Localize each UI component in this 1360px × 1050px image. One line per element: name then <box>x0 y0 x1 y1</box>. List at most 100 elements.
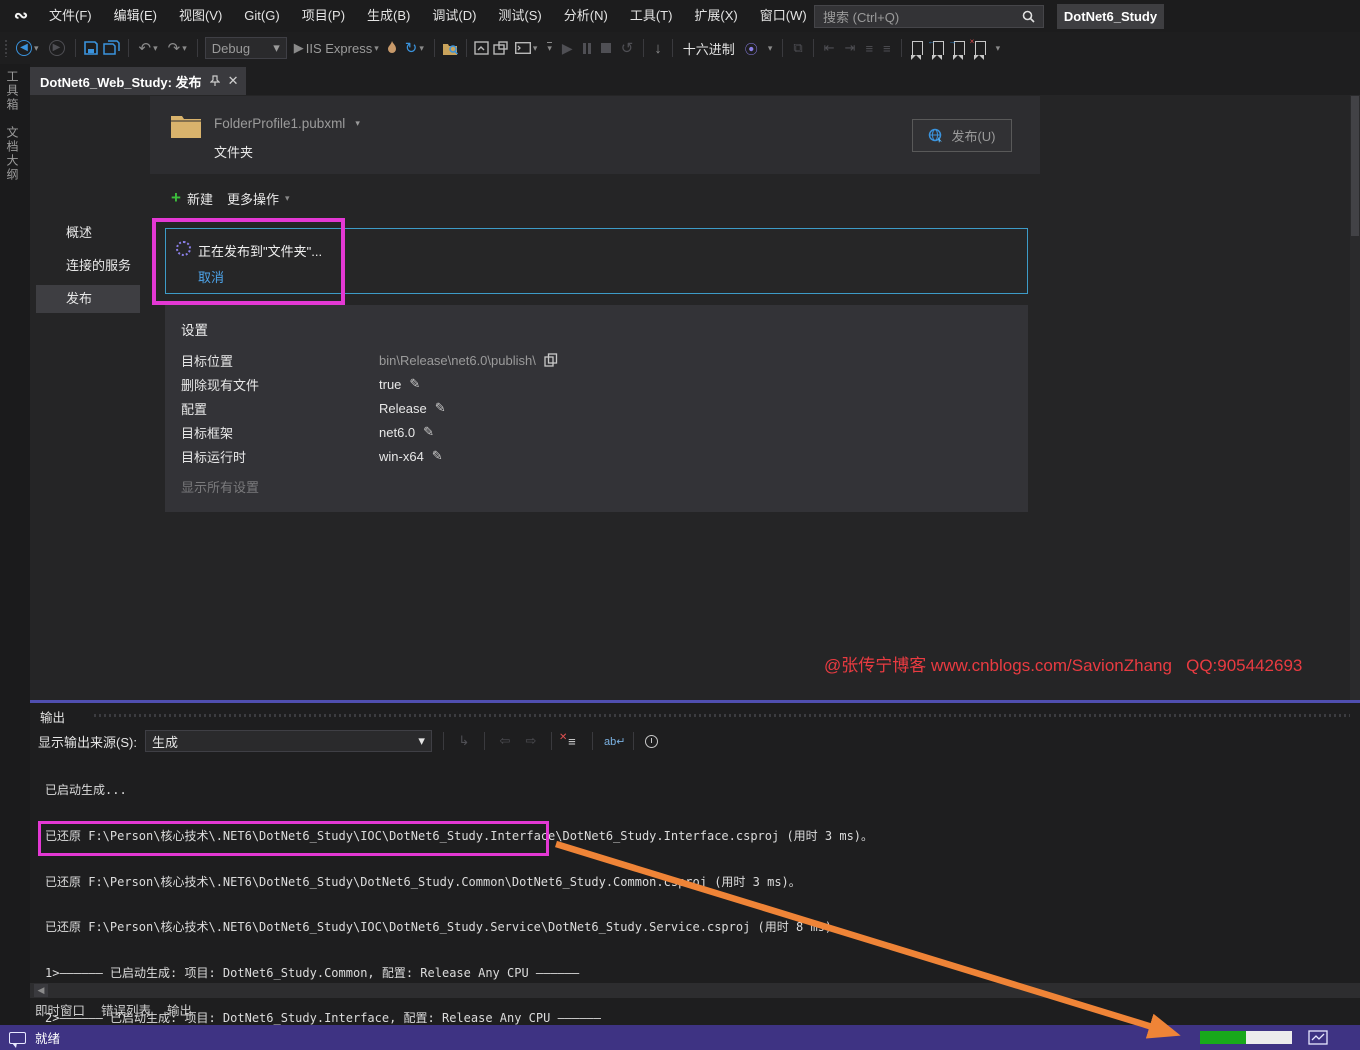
debug-toolbar-overflow-button[interactable]: ▾ <box>765 36 776 60</box>
toolbox-vertical-tab[interactable]: 工具箱 <box>4 70 21 112</box>
setting-label: 删除现有文件 <box>181 375 379 394</box>
visual-studio-logo-icon: ∾ <box>4 3 38 29</box>
menu-edit[interactable]: 编辑(E) <box>103 3 168 29</box>
terminal-button[interactable]: ▾ <box>512 36 541 60</box>
show-next-statement-button[interactable]: ↓ <box>651 36 665 60</box>
setting-label: 配置 <box>181 399 379 418</box>
clear-all-icon[interactable]: ≡✕ <box>563 734 581 749</box>
setting-value: true <box>379 377 401 392</box>
publish-document-tab[interactable]: DotNet6_Web_Study: 发布 ✕ <box>30 67 246 95</box>
hex-display-toggle[interactable]: 十六进制 <box>680 36 738 60</box>
chevron-down-icon: ▾ <box>355 118 360 129</box>
show-all-settings-link[interactable]: 显示所有设置 <box>181 477 259 496</box>
cancel-publish-link[interactable]: 取消 <box>198 267 224 286</box>
output-source-dropdown[interactable]: 生成▾ <box>145 730 432 752</box>
quick-search-input[interactable]: 搜索 (Ctrl+Q) <box>814 5 1044 28</box>
navigate-back-button[interactable]: ◀▾ <box>13 36 42 60</box>
menu-file[interactable]: 文件(F) <box>38 3 103 29</box>
edit-icon[interactable]: ✎ <box>409 376 420 392</box>
menu-window[interactable]: 窗口(W) <box>749 3 818 29</box>
menu-git[interactable]: Git(G) <box>233 3 290 29</box>
timestamp-icon[interactable] <box>645 735 658 748</box>
save-icon[interactable] <box>83 40 99 56</box>
output-line: 已还原 F:\Person\核心技术\.NET6\DotNet6_Study\D… <box>45 875 873 890</box>
next-bookmark-button[interactable]: → <box>951 36 968 60</box>
status-bar: 就绪 <box>0 1025 1360 1050</box>
activity-icon[interactable] <box>1308 1030 1328 1045</box>
copy-icon[interactable] <box>544 353 558 367</box>
undo-button[interactable]: ↶▾ <box>136 36 161 60</box>
menu-tools[interactable]: 工具(T) <box>619 3 684 29</box>
visualizer-icon[interactable]: ⦿ <box>742 36 761 60</box>
spinner-icon <box>176 241 191 256</box>
menu-view[interactable]: 视图(V) <box>168 3 233 29</box>
clear-bookmarks-button[interactable]: × <box>972 36 989 60</box>
publish-nav-connected-services[interactable]: 连接的服务 <box>36 252 140 280</box>
output-line: 已启动生成... <box>45 783 873 798</box>
editor-vertical-scrollbar[interactable] <box>1350 95 1360 700</box>
plus-icon: + <box>171 188 181 208</box>
edit-icon[interactable]: ✎ <box>423 424 434 440</box>
output-source-label: 显示输出来源(S): <box>38 732 137 751</box>
menu-test[interactable]: 测试(S) <box>487 3 552 29</box>
tab-error-list[interactable]: 错误列表 <box>101 1000 151 1023</box>
start-debug-button[interactable]: ▶ IIS Express▾ <box>291 36 382 60</box>
bookmark-overflow-button[interactable]: ▾ <box>993 36 1004 60</box>
visual-studio-window: ∾ 文件(F) 编辑(E) 视图(V) Git(G) 项目(P) 生成(B) 调… <box>0 0 1360 1050</box>
hot-reload-icon[interactable] <box>386 41 398 56</box>
tab-immediate-window[interactable]: 即时窗口 <box>35 1000 85 1023</box>
publish-button[interactable]: 发布(U) <box>912 119 1012 152</box>
output-line: 已还原 F:\Person\核心技术\.NET6\DotNet6_Study\I… <box>45 829 873 844</box>
close-icon[interactable]: ✕ <box>228 73 239 89</box>
find-in-files-icon[interactable] <box>442 41 459 56</box>
edit-icon[interactable]: ✎ <box>435 400 446 416</box>
output-toolbar: 显示输出来源(S): 生成▾ ↳ ⇦ ⇨ ≡✕ ab↵ <box>38 728 658 754</box>
publish-nav-overview[interactable]: 概述 <box>36 219 140 247</box>
stop-button[interactable] <box>598 36 614 60</box>
word-wrap-icon[interactable]: ab↵ <box>604 735 622 748</box>
toolbar-grip[interactable] <box>4 39 9 57</box>
menu-debug[interactable]: 调试(D) <box>421 3 487 29</box>
feedback-icon[interactable] <box>9 1032 26 1044</box>
tab-output[interactable]: 输出 <box>167 1000 192 1023</box>
profile-type-label: 文件夹 <box>214 142 253 161</box>
menu-project[interactable]: 项目(P) <box>291 3 356 29</box>
new-profile-button[interactable]: + 新建 <box>168 186 216 210</box>
live-preview-icon[interactable] <box>474 41 489 55</box>
setting-label: 目标框架 <box>181 423 379 442</box>
save-all-icon[interactable] <box>103 40 121 56</box>
navigate-forward-button[interactable]: ▶ <box>46 36 68 60</box>
publish-nav-publish[interactable]: 发布 <box>36 285 140 313</box>
setting-value: net6.0 <box>379 425 415 440</box>
restart-button[interactable]: ↻▾ <box>402 36 427 60</box>
pause-button[interactable] <box>580 36 594 60</box>
more-actions-button[interactable]: 更多操作 ▾ <box>224 186 293 210</box>
edit-icon[interactable]: ✎ <box>432 448 443 464</box>
output-horizontal-scrollbar[interactable]: ◀ <box>30 983 1360 998</box>
solution-name-badge[interactable]: DotNet6_Study <box>1057 4 1164 29</box>
profile-selector[interactable]: FolderProfile1.pubxml ▾ <box>214 116 360 131</box>
publish-profile-header: FolderProfile1.pubxml ▾ 文件夹 发布(U) <box>150 96 1040 174</box>
toolbar-overflow-button[interactable]: ▾ <box>544 36 555 60</box>
scroll-left-icon[interactable]: ◀ <box>34 984 48 997</box>
next-message-icon: ⇨ <box>522 733 540 749</box>
menu-analyze[interactable]: 分析(N) <box>553 3 619 29</box>
document-outline-vertical-tab[interactable]: 文档大纲 <box>4 126 21 182</box>
pin-icon[interactable] <box>210 75 220 87</box>
redo-button[interactable]: ↷▾ <box>165 36 190 60</box>
uncomment-button: ≡ <box>880 36 894 60</box>
menu-build[interactable]: 生成(B) <box>356 3 421 29</box>
menu-extensions[interactable]: 扩展(X) <box>683 3 748 29</box>
setting-row-target-location: 目标位置 bin\Release\net6.0\publish\ <box>181 348 558 372</box>
chevron-down-icon: ▾ <box>418 733 425 749</box>
restart-debug-button[interactable]: ↺ <box>618 36 637 60</box>
build-progress-bar <box>1200 1031 1292 1044</box>
previous-bookmark-button[interactable]: ← <box>930 36 947 60</box>
continue-button[interactable]: ▶ <box>559 36 576 60</box>
toggle-bookmark-button[interactable] <box>909 36 926 60</box>
output-panel: 输出 显示输出来源(S): 生成▾ ↳ ⇦ ⇨ ≡✕ ab↵ 已启动生成... … <box>30 703 1360 1025</box>
solution-configuration-dropdown[interactable]: Debug▾ <box>205 37 287 59</box>
output-panel-drag-texture[interactable] <box>94 714 1350 717</box>
new-window-icon[interactable] <box>493 41 508 55</box>
setting-value: bin\Release\net6.0\publish\ <box>379 353 536 368</box>
